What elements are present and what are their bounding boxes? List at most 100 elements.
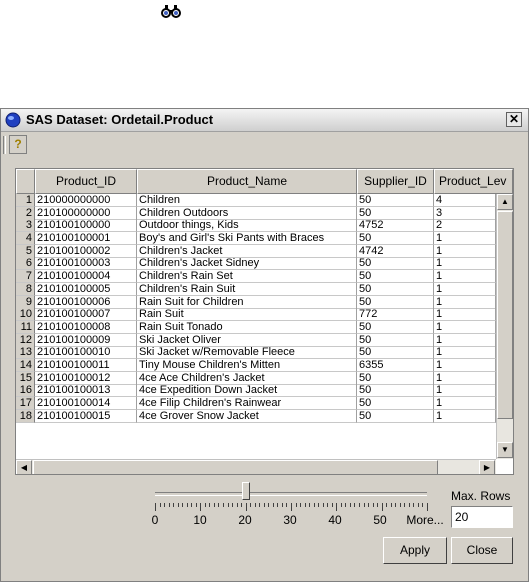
- supplier-id-cell[interactable]: 50: [357, 270, 434, 284]
- product-level-cell[interactable]: 1: [434, 358, 496, 372]
- row-number-cell[interactable]: 13: [16, 346, 35, 360]
- row-number-cell[interactable]: 9: [16, 295, 35, 309]
- supplier-id-cell[interactable]: 50: [357, 257, 434, 271]
- table-row[interactable]: 13 210100100010 Ski Jacket w/Removable Fle…: [16, 346, 496, 360]
- product-id-cell[interactable]: 210100000000: [35, 206, 137, 220]
- product-id-cell[interactable]: 210100100002: [35, 244, 137, 258]
- product-id-cell[interactable]: 210100100004: [35, 270, 137, 284]
- product-level-cell[interactable]: 1: [434, 244, 496, 258]
- table-row[interactable]: 16 210100100013 4ce Expedition Down Jacket…: [16, 384, 496, 398]
- column-header-product-name[interactable]: Product_Name: [137, 169, 357, 194]
- supplier-id-cell[interactable]: 50: [357, 194, 434, 207]
- supplier-id-cell[interactable]: 772: [357, 308, 434, 322]
- supplier-id-cell[interactable]: 50: [357, 397, 434, 410]
- product-id-cell[interactable]: 210100100012: [35, 371, 137, 385]
- product-name-cell[interactable]: Ski Jacket Oliver: [137, 333, 357, 347]
- table-row[interactable]: 17 210100100014 4ce Filip Children's Rainw…: [16, 397, 496, 410]
- product-level-cell[interactable]: 1: [434, 397, 496, 410]
- product-name-cell[interactable]: Boy's and Girl's Ski Pants with Braces: [137, 232, 357, 246]
- row-number-cell[interactable]: 15: [16, 371, 35, 385]
- product-level-cell[interactable]: 1: [434, 270, 496, 284]
- product-id-cell[interactable]: 210100100001: [35, 232, 137, 246]
- vertical-scroll-thumb[interactable]: [497, 211, 513, 419]
- row-number-cell[interactable]: 12: [16, 333, 35, 347]
- product-level-cell[interactable]: 1: [434, 371, 496, 385]
- product-id-cell[interactable]: 210100100003: [35, 257, 137, 271]
- horizontal-scroll-thumb[interactable]: [33, 460, 438, 474]
- product-name-cell[interactable]: Children's Jacket Sidney: [137, 257, 357, 271]
- table-row[interactable]: 18 210100100015 4ce Grover Snow Jacket 50 1: [16, 409, 496, 423]
- product-level-cell[interactable]: 2: [434, 219, 496, 233]
- table-row[interactable]: 15 210100100012 4ce Ace Children's Jacket 5…: [16, 371, 496, 385]
- product-id-cell[interactable]: 210100100008: [35, 320, 137, 334]
- product-name-cell[interactable]: Outdoor things, Kids: [137, 219, 357, 233]
- product-name-cell[interactable]: 4ce Expedition Down Jacket: [137, 384, 357, 398]
- supplier-id-cell[interactable]: 50: [357, 384, 434, 398]
- product-level-cell[interactable]: 1: [434, 308, 496, 322]
- row-number-cell[interactable]: 17: [16, 397, 35, 410]
- product-name-cell[interactable]: Children's Jacket: [137, 244, 357, 258]
- product-level-cell[interactable]: 1: [434, 384, 496, 398]
- supplier-id-cell[interactable]: 50: [357, 333, 434, 347]
- row-number-cell[interactable]: 4: [16, 232, 35, 246]
- supplier-id-cell[interactable]: 4752: [357, 219, 434, 233]
- table-row[interactable]: 5 210100100002 Children's Jacket 4742 1: [16, 244, 496, 258]
- table-row[interactable]: 4 210100100001 Boy's and Girl's Ski Pants …: [16, 232, 496, 246]
- row-number-cell[interactable]: 16: [16, 384, 35, 398]
- product-level-cell[interactable]: 1: [434, 409, 496, 423]
- product-level-cell[interactable]: 1: [434, 295, 496, 309]
- row-number-cell[interactable]: 3: [16, 219, 35, 233]
- product-name-cell[interactable]: 4ce Ace Children's Jacket: [137, 371, 357, 385]
- row-number-cell[interactable]: 8: [16, 282, 35, 296]
- table-row[interactable]: 7 210100100004 Children's Rain Set 50 1: [16, 270, 496, 284]
- supplier-id-cell[interactable]: 6355: [357, 358, 434, 372]
- product-id-cell[interactable]: 210000000000: [35, 194, 137, 207]
- row-number-cell[interactable]: 6: [16, 257, 35, 271]
- product-name-cell[interactable]: Rain Suit for Children: [137, 295, 357, 309]
- supplier-id-cell[interactable]: 50: [357, 346, 434, 360]
- horizontal-scrollbar[interactable]: ◀ ▶: [16, 459, 496, 474]
- table-row[interactable]: 11 210100100008 Rain Suit Tonado 50 1: [16, 320, 496, 334]
- max-rows-slider[interactable]: 0 10 20 30 40 50 More...: [141, 481, 444, 531]
- product-level-cell[interactable]: 1: [434, 282, 496, 296]
- product-name-cell[interactable]: Rain Suit Tonado: [137, 320, 357, 334]
- slider-thumb[interactable]: [241, 482, 250, 500]
- product-id-cell[interactable]: 210100100009: [35, 333, 137, 347]
- product-id-cell[interactable]: 210100100015: [35, 409, 137, 423]
- product-name-cell[interactable]: Children Outdoors: [137, 206, 357, 220]
- table-row[interactable]: 3 210100100000 Outdoor things, Kids 4752 2: [16, 219, 496, 233]
- product-id-cell[interactable]: 210100100013: [35, 384, 137, 398]
- product-id-cell[interactable]: 210100100010: [35, 346, 137, 360]
- product-id-cell[interactable]: 210100100007: [35, 308, 137, 322]
- scroll-left-button[interactable]: ◀: [16, 460, 32, 474]
- table-row[interactable]: 6 210100100003 Children's Jacket Sidney 50 1: [16, 257, 496, 271]
- supplier-id-cell[interactable]: 50: [357, 409, 434, 423]
- product-level-cell[interactable]: 1: [434, 346, 496, 360]
- table-row[interactable]: 10 210100100007 Rain Suit 772 1: [16, 308, 496, 322]
- column-header-supplier-id[interactable]: Supplier_ID: [357, 169, 434, 194]
- title-bar[interactable]: SAS Dataset: Ordetail.Product ✕: [1, 109, 528, 132]
- row-number-cell[interactable]: 5: [16, 244, 35, 258]
- product-name-cell[interactable]: Tiny Mouse Children's Mitten: [137, 358, 357, 372]
- product-name-cell[interactable]: 4ce Filip Children's Rainwear: [137, 397, 357, 410]
- column-header-product-level[interactable]: Product_Lev: [434, 169, 513, 194]
- product-name-cell[interactable]: Ski Jacket w/Removable Fleece: [137, 346, 357, 360]
- row-number-cell[interactable]: 1: [16, 194, 35, 207]
- row-number-cell[interactable]: 2: [16, 206, 35, 220]
- table-row[interactable]: 12 210100100009 Ski Jacket Oliver 50 1: [16, 333, 496, 347]
- product-level-cell[interactable]: 3: [434, 206, 496, 220]
- close-window-button[interactable]: ✕: [506, 112, 522, 127]
- table-row[interactable]: 14 210100100011 Tiny Mouse Children's Mitt…: [16, 358, 496, 372]
- scroll-up-button[interactable]: ▲: [497, 194, 513, 210]
- product-level-cell[interactable]: 1: [434, 257, 496, 271]
- supplier-id-cell[interactable]: 50: [357, 295, 434, 309]
- table-row[interactable]: 1 210000000000 Children 50 4: [16, 194, 496, 207]
- vertical-scrollbar[interactable]: ▲ ▼: [496, 194, 513, 459]
- supplier-id-cell[interactable]: 50: [357, 232, 434, 246]
- table-row[interactable]: 8 210100100005 Children's Rain Suit 50 1: [16, 282, 496, 296]
- supplier-id-cell[interactable]: 50: [357, 371, 434, 385]
- row-number-cell[interactable]: 14: [16, 358, 35, 372]
- max-rows-input[interactable]: [451, 506, 513, 528]
- product-level-cell[interactable]: 1: [434, 333, 496, 347]
- close-button[interactable]: Close: [451, 537, 513, 564]
